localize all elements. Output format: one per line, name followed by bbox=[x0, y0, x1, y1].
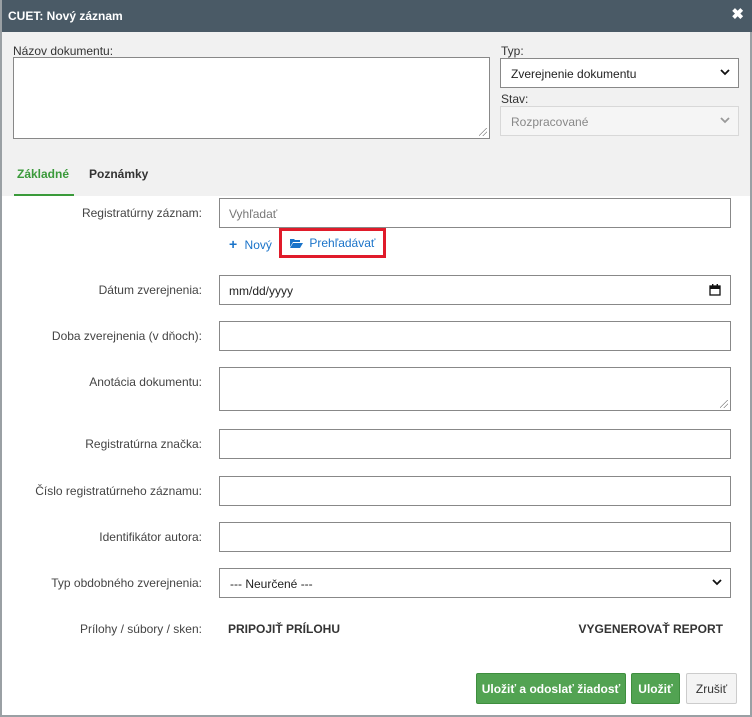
resize-grip-icon[interactable] bbox=[479, 128, 487, 136]
state-select: Rozpracované bbox=[500, 106, 739, 136]
resize-grip-icon[interactable] bbox=[720, 400, 728, 408]
mark-label: Registratúrna značka: bbox=[85, 437, 202, 451]
registry-mark-input[interactable] bbox=[219, 429, 731, 459]
pubtype-select[interactable]: --- Neurčené --- bbox=[219, 568, 731, 598]
author-label: Identifikátor autora: bbox=[99, 530, 202, 544]
registry-label: Registratúrny záznam: bbox=[81, 206, 202, 220]
attach-file-button[interactable]: PRIPOJIŤ PRÍLOHU bbox=[228, 622, 340, 636]
save-and-send-button[interactable]: Uložiť a odoslať žiadosť bbox=[476, 673, 626, 704]
new-record-label: Nový bbox=[244, 238, 272, 252]
close-icon[interactable]: ✖ bbox=[731, 7, 744, 22]
registry-search-input[interactable]: Vyhľadať bbox=[219, 198, 731, 228]
dialog: CUET: Nový záznam ✖ Názov dokumentu: Typ… bbox=[0, 0, 752, 717]
registry-search-placeholder: Vyhľadať bbox=[229, 207, 278, 221]
attachments-label: Prílohy / súbory / sken: bbox=[79, 622, 202, 636]
state-label: Stav: bbox=[501, 92, 529, 106]
tab-zakladne[interactable]: Základné bbox=[17, 167, 69, 181]
plus-icon: + bbox=[229, 236, 238, 252]
chevron-down-icon bbox=[712, 579, 722, 586]
dialog-title: CUET: Nový záznam bbox=[8, 9, 123, 23]
author-id-input[interactable] bbox=[219, 522, 731, 552]
date-label: Dátum zverejnenia: bbox=[98, 283, 202, 297]
annotation-textarea[interactable] bbox=[219, 367, 731, 411]
state-select-value: Rozpracované bbox=[511, 115, 589, 129]
cancel-button[interactable]: Zrušiť bbox=[686, 673, 737, 704]
save-button[interactable]: Uložiť bbox=[631, 673, 680, 704]
record-number-label: Číslo registratúrneho záznamu: bbox=[35, 484, 202, 498]
type-select-value: Zverejnenie dokumentu bbox=[511, 67, 637, 81]
pubtype-select-value: --- Neurčené --- bbox=[230, 577, 313, 591]
calendar-icon[interactable] bbox=[709, 284, 721, 296]
document-header: Názov dokumentu: Typ: Zverejnenie dokume… bbox=[2, 32, 750, 151]
annotation-label: Anotácia dokumentu: bbox=[89, 375, 202, 389]
type-label: Typ: bbox=[501, 44, 524, 58]
titlebar: CUET: Nový záznam ✖ bbox=[2, 0, 752, 32]
date-value: mm/dd/yyyy bbox=[229, 284, 294, 298]
document-name-textarea[interactable] bbox=[13, 57, 490, 139]
document-name-label: Názov dokumentu: bbox=[13, 44, 114, 58]
publication-date-input[interactable]: mm/dd/yyyy bbox=[219, 275, 731, 305]
record-number-input[interactable] bbox=[219, 476, 731, 506]
duration-input[interactable] bbox=[219, 321, 731, 351]
highlight-box bbox=[279, 228, 386, 258]
active-tab-indicator bbox=[14, 194, 74, 196]
tab-poznamky[interactable]: Poznámky bbox=[89, 167, 148, 181]
new-record-link[interactable]: + Nový bbox=[229, 236, 272, 252]
type-select[interactable]: Zverejnenie dokumentu bbox=[500, 58, 739, 88]
pubtype-label: Typ obdobného zverejnenia: bbox=[51, 576, 202, 590]
generate-report-button[interactable]: VYGENEROVAŤ REPORT bbox=[579, 622, 723, 636]
tab-bar: Základné Poznámky bbox=[2, 151, 750, 196]
duration-label: Doba zverejnenia (v dňoch): bbox=[51, 329, 202, 343]
chevron-down-icon bbox=[720, 117, 730, 124]
chevron-down-icon bbox=[720, 69, 730, 76]
